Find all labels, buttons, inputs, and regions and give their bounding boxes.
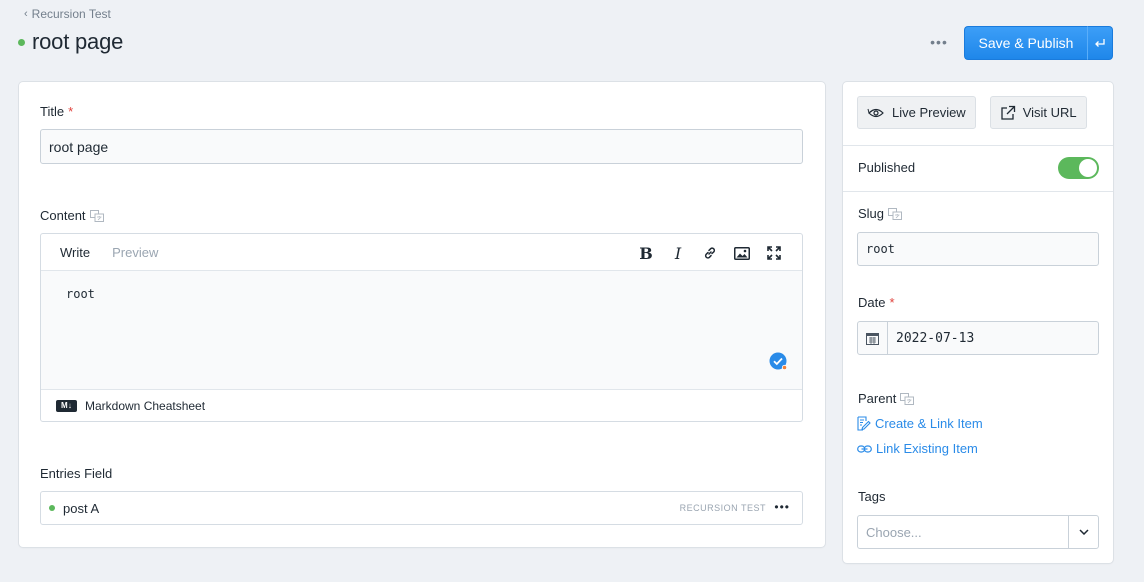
entry-title[interactable]: post A: [63, 501, 99, 516]
markdown-icon: M↓: [56, 399, 77, 412]
divider: [843, 191, 1113, 192]
entries-field-label: Entries Field: [40, 466, 113, 481]
title-label: Title *: [40, 104, 73, 119]
visit-url-button[interactable]: Visit URL: [989, 96, 1087, 129]
editor-footer: M↓ Markdown Cheatsheet: [41, 389, 802, 421]
title-input[interactable]: root page: [40, 129, 803, 164]
toggle-knob: [1079, 159, 1097, 177]
editor-toolbar: Write Preview B I: [41, 234, 802, 271]
content-label-text: Content: [40, 208, 86, 223]
translate-icon[interactable]: [89, 209, 104, 222]
formatting-tools: B I: [630, 244, 790, 263]
link-existing-item-button[interactable]: Link Existing Item: [857, 441, 978, 456]
parent-label: Parent: [858, 391, 915, 406]
published-status-dot: [18, 38, 25, 46]
date-label: Date *: [858, 295, 895, 310]
italic-icon[interactable]: I: [662, 244, 694, 263]
page-title: root page: [18, 29, 123, 55]
published-toggle[interactable]: [1058, 157, 1099, 179]
editor-content: root: [66, 287, 95, 301]
date-field[interactable]: 2022-07-13: [857, 321, 1099, 355]
tab-write[interactable]: Write: [60, 245, 90, 260]
date-value: 2022-07-13: [896, 330, 975, 346]
main-fields-card: Title * root page Content Write Preview …: [19, 82, 825, 547]
content-label: Content: [40, 208, 104, 223]
external-link-icon: [1001, 105, 1015, 120]
translate-icon[interactable]: [888, 207, 903, 220]
publish-button-group: Save & Publish: [964, 26, 1113, 60]
new-document-icon: [857, 416, 871, 431]
parent-label-text: Parent: [858, 391, 897, 406]
divider: [843, 145, 1113, 146]
editor-textarea[interactable]: root: [41, 271, 802, 389]
entry-item[interactable]: post A RECURSION TEST •••: [40, 491, 803, 525]
entry-collection: RECURSION TEST: [679, 503, 766, 513]
bold-icon[interactable]: B: [630, 244, 662, 263]
image-icon[interactable]: [726, 244, 758, 262]
visit-url-label: Visit URL: [1022, 105, 1077, 120]
tags-select[interactable]: Choose...: [857, 515, 1099, 549]
link-icon[interactable]: [694, 244, 726, 262]
title-label-text: Title: [40, 104, 65, 119]
calendar-icon[interactable]: [858, 322, 888, 354]
translate-icon[interactable]: [900, 392, 915, 405]
page-title-text: root page: [32, 29, 124, 54]
live-preview-button[interactable]: Live Preview: [857, 96, 976, 129]
publish-options-button[interactable]: [1087, 26, 1113, 60]
required-marker: *: [68, 104, 74, 119]
required-marker: *: [889, 295, 895, 310]
save-publish-button[interactable]: Save & Publish: [964, 26, 1087, 60]
slug-input[interactable]: root: [857, 232, 1099, 266]
fullscreen-icon[interactable]: [758, 244, 790, 262]
tab-preview[interactable]: Preview: [112, 245, 158, 260]
eye-refresh-icon: [867, 108, 884, 117]
chain-link-icon: [857, 444, 872, 453]
slug-label-text: Slug: [858, 206, 885, 221]
more-actions-button[interactable]: •••: [926, 33, 952, 51]
breadcrumb-link[interactable]: Recursion Test: [32, 7, 111, 21]
published-label: Published: [858, 160, 916, 175]
create-link-item-label: Create & Link Item: [875, 416, 983, 431]
date-label-text: Date: [858, 295, 886, 310]
tags-label: Tags: [858, 489, 886, 504]
return-arrow-icon: [1095, 39, 1105, 47]
create-link-item-button[interactable]: Create & Link Item: [857, 416, 983, 431]
entry-more-button[interactable]: •••: [774, 500, 790, 514]
markdown-editor: Write Preview B I root M↓ Markdown Cheat…: [40, 233, 803, 422]
chevron-down-icon[interactable]: [1068, 516, 1098, 548]
breadcrumb[interactable]: ‹ Recursion Test: [24, 7, 111, 21]
slug-label: Slug: [858, 206, 903, 221]
tags-placeholder: Choose...: [866, 524, 922, 540]
sidebar-card: Live Preview Visit URL Published Slug ro…: [843, 82, 1113, 563]
chevron-left-icon: ‹: [24, 8, 28, 20]
markdown-cheatsheet-link[interactable]: Markdown Cheatsheet: [85, 399, 205, 413]
link-existing-item-label: Link Existing Item: [876, 441, 978, 456]
preview-actions: Live Preview Visit URL: [857, 96, 1087, 129]
entry-status-dot: [49, 505, 55, 511]
live-preview-label: Live Preview: [892, 105, 966, 120]
spellcheck-icon[interactable]: [769, 352, 787, 370]
